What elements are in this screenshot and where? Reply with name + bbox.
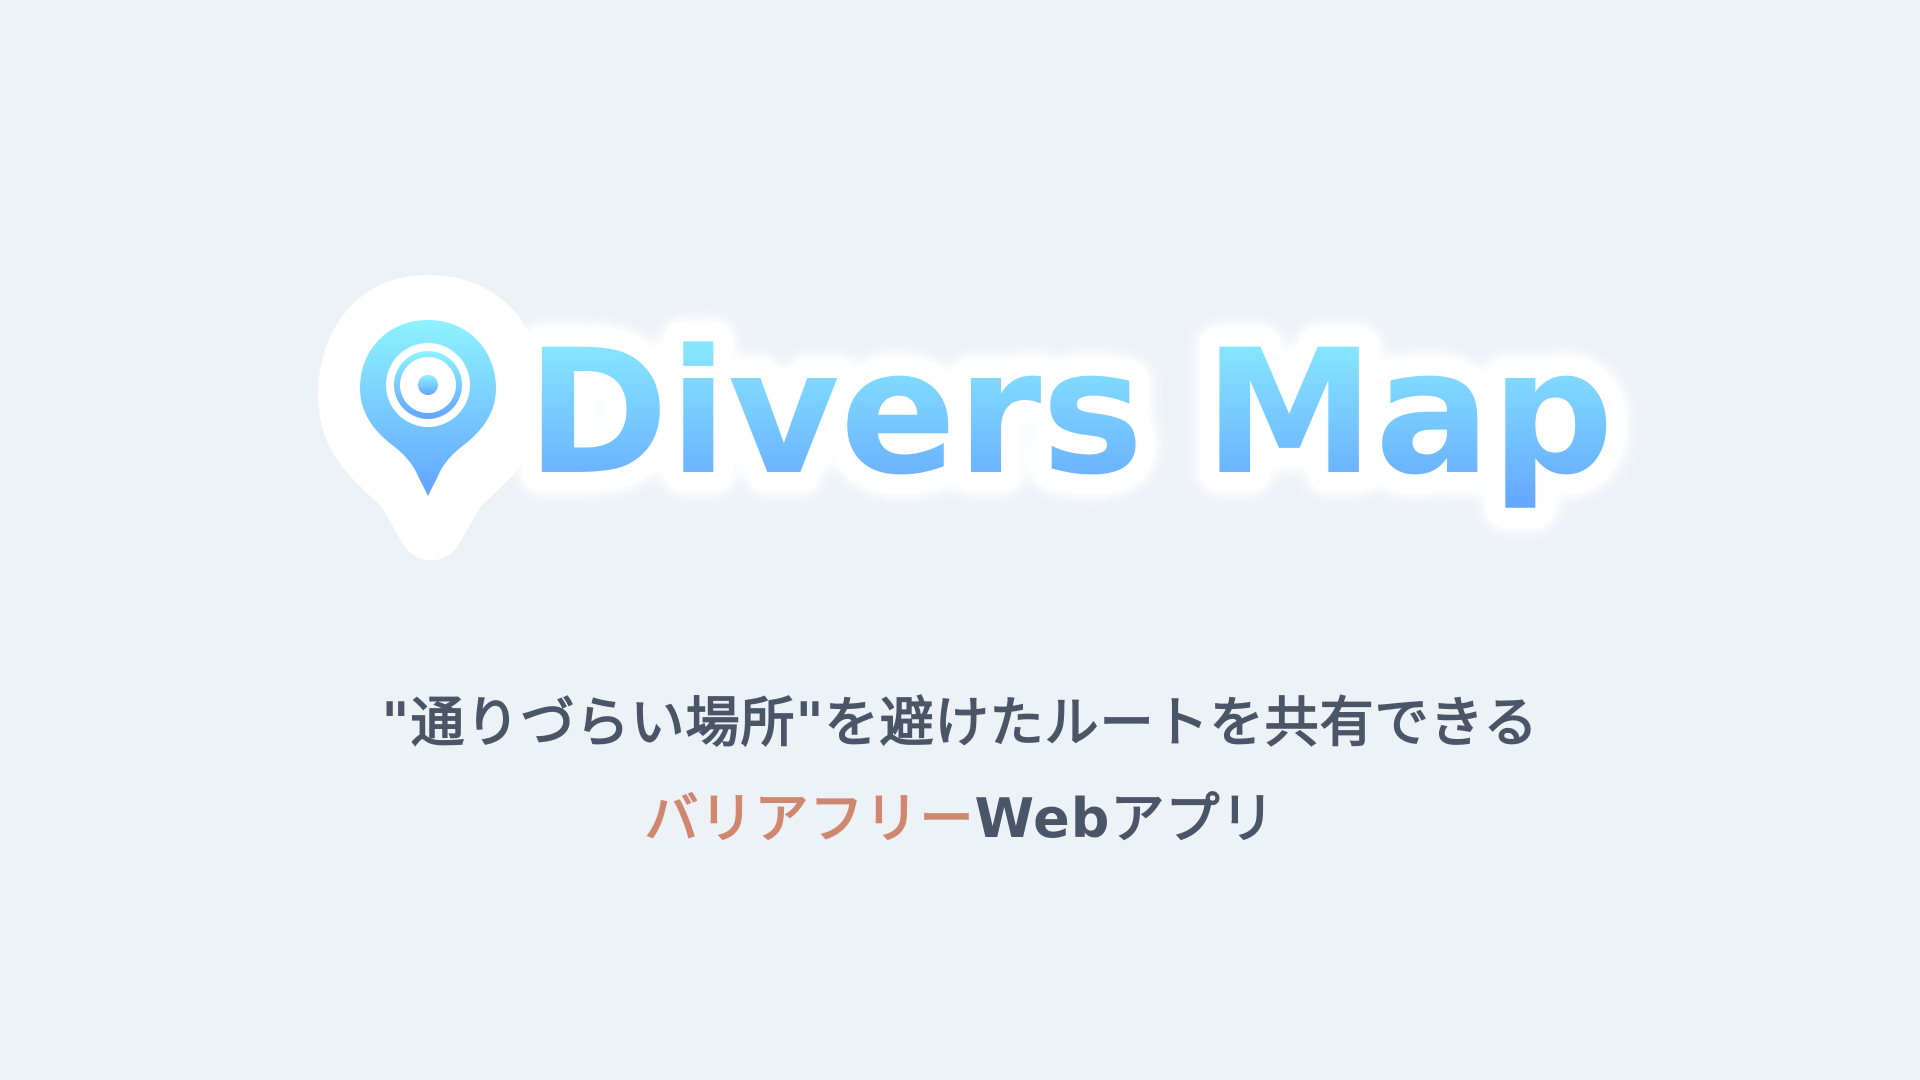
map-pin-icon (318, 275, 544, 561)
tagline-line-1: "通りづらい場所"を避けたルートを共有できる (381, 691, 1539, 754)
title-card: Divers Map Divers Map Divers Map "通りづらい場… (0, 0, 1920, 1080)
tagline-rest: Webアプリ (974, 787, 1276, 850)
app-title: Divers Map Divers Map Divers Map (502, 288, 1638, 537)
logo: Divers Map Divers Map Divers Map (318, 275, 1638, 561)
app-title-text: Divers Map (526, 312, 1614, 513)
tagline: "通りづらい場所"を避けたルートを共有できる バリアフリーWebアプリ (0, 675, 1920, 867)
tagline-accent: バリアフリー (644, 787, 975, 850)
tagline-line-2: バリアフリーWebアプリ (0, 771, 1920, 867)
